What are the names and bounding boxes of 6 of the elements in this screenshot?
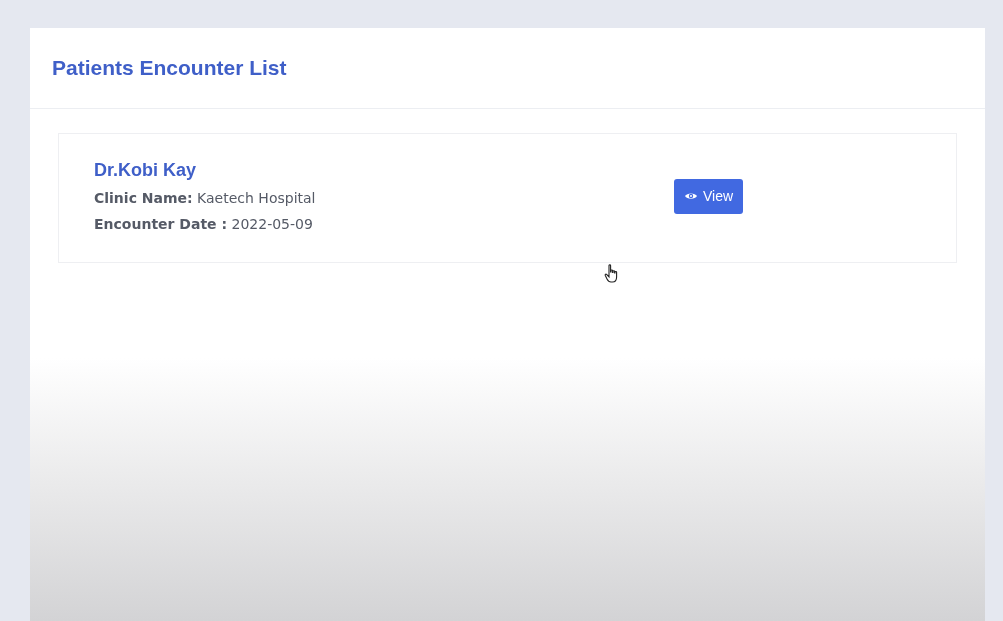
view-button[interactable]: View — [674, 178, 744, 214]
encounter-date: Encounter Date : 2022-05-09 — [94, 214, 314, 234]
page-title: Patients Encounter List — [52, 56, 287, 80]
eye-icon — [684, 191, 698, 201]
clinic-name: Clinic Name: Kaetech Hospital — [94, 188, 317, 208]
doctor-name: Dr.Kobi Kay — [94, 159, 198, 181]
